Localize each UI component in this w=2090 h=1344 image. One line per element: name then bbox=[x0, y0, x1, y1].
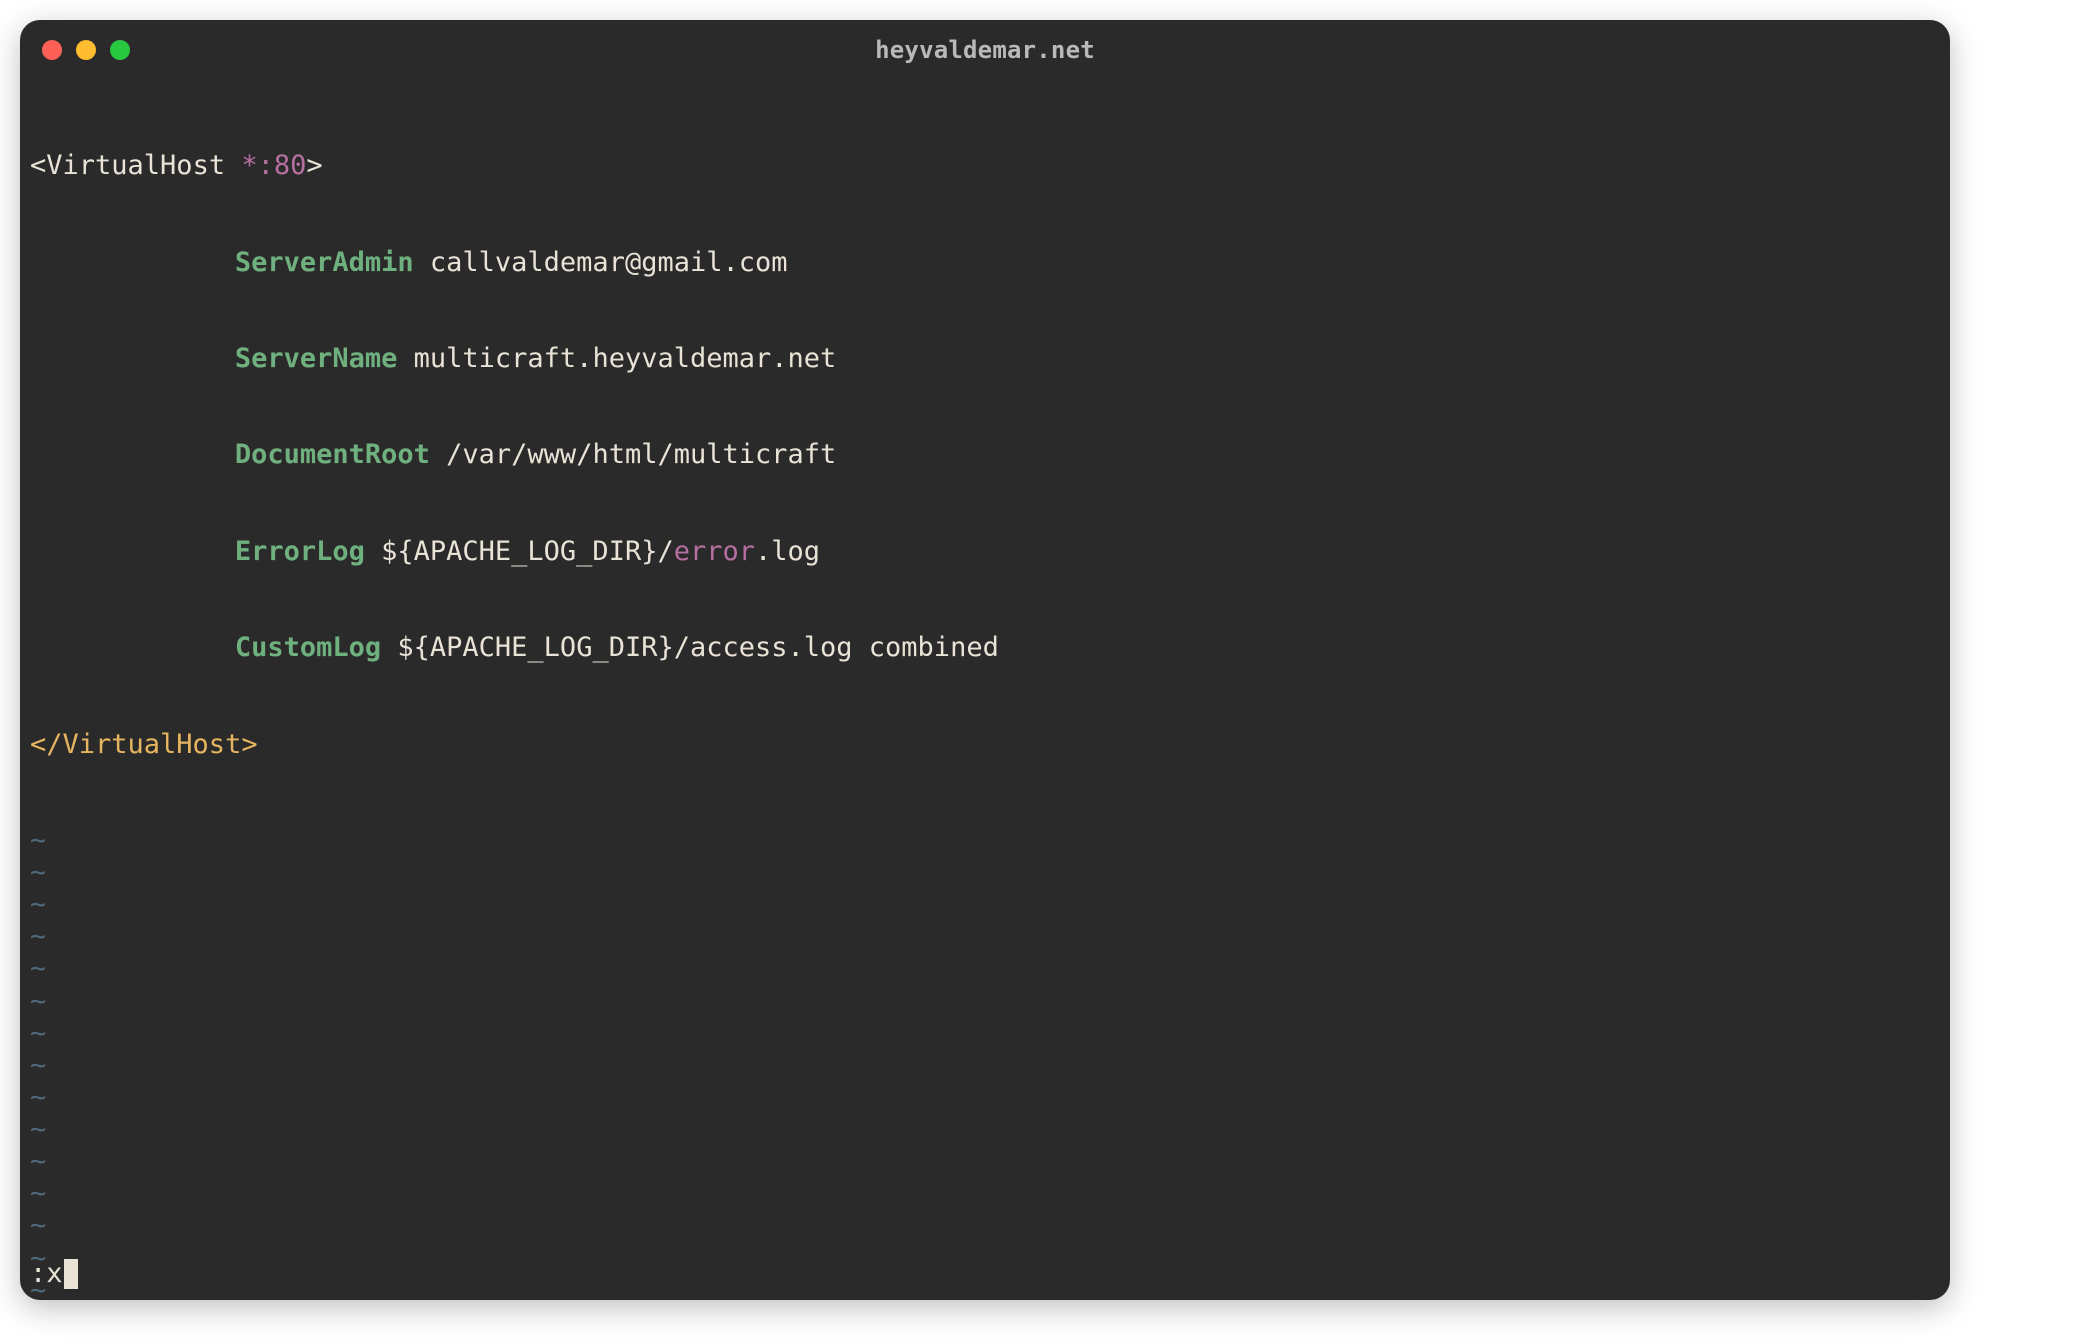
minimize-icon[interactable] bbox=[76, 40, 96, 60]
empty-line-tilde: ~ bbox=[30, 953, 1940, 985]
vhost-open-line: <VirtualHost *:80> bbox=[30, 150, 1940, 182]
empty-line-tilde: ~ bbox=[30, 1275, 1940, 1300]
window-controls bbox=[42, 40, 130, 60]
command-prefix: : bbox=[30, 1258, 46, 1290]
directive-custom-log: CustomLog ${APACHE_LOG_DIR}/access.log c… bbox=[30, 632, 1940, 664]
directive-value: /var/www/html/multicraft bbox=[430, 439, 836, 470]
empty-line-tilde: ~ bbox=[30, 1050, 1940, 1082]
directive-server-name: ServerName multicraft.heyvaldemar.net bbox=[30, 343, 1940, 375]
tag-name: VirtualHost bbox=[46, 150, 225, 181]
directive-label: ErrorLog bbox=[235, 536, 365, 567]
angle-open: < bbox=[30, 150, 46, 181]
directive-value: callvaldemar@gmail.com bbox=[414, 247, 788, 278]
directive-label: CustomLog bbox=[235, 632, 381, 663]
directive-value-var: ${APACHE_LOG_DIR}/ bbox=[365, 536, 674, 567]
empty-line-tilde: ~ bbox=[30, 889, 1940, 921]
angle-close: > bbox=[306, 150, 322, 181]
closing-tag: </VirtualHost> bbox=[30, 729, 258, 760]
empty-line-tilde: ~ bbox=[30, 1018, 1940, 1050]
empty-line-tilde: ~ bbox=[30, 1146, 1940, 1178]
command-line[interactable]: :x bbox=[30, 1258, 78, 1290]
empty-line-tilde: ~ bbox=[30, 1210, 1940, 1242]
empty-lines: ~~~~~~~~~~~~~~~~~~~~~~~~~ bbox=[30, 825, 1940, 1300]
empty-line-tilde: ~ bbox=[30, 986, 1940, 1018]
directive-server-admin: ServerAdmin callvaldemar@gmail.com bbox=[30, 247, 1940, 279]
directive-value-tail: .log bbox=[755, 536, 820, 567]
vhost-close-line: </VirtualHost> bbox=[30, 729, 1940, 761]
maximize-icon[interactable] bbox=[110, 40, 130, 60]
empty-line-tilde: ~ bbox=[30, 1114, 1940, 1146]
directive-error-log: ErrorLog ${APACHE_LOG_DIR}/error.log bbox=[30, 536, 1940, 568]
empty-line-tilde: ~ bbox=[30, 1178, 1940, 1210]
directive-value: ${APACHE_LOG_DIR}/access.log combined bbox=[381, 632, 999, 663]
empty-line-tilde: ~ bbox=[30, 857, 1940, 889]
window-title: heyvaldemar.net bbox=[875, 36, 1095, 64]
cursor-icon bbox=[64, 1259, 78, 1289]
editor-viewport[interactable]: <VirtualHost *:80> ServerAdmin callvalde… bbox=[20, 80, 1950, 1300]
directive-label: ServerName bbox=[235, 343, 398, 374]
empty-line-tilde: ~ bbox=[30, 825, 1940, 857]
directive-value: multicraft.heyvaldemar.net bbox=[397, 343, 836, 374]
close-icon[interactable] bbox=[42, 40, 62, 60]
vhost-arg: *:80 bbox=[225, 150, 306, 181]
command-text: x bbox=[46, 1258, 62, 1290]
titlebar: heyvaldemar.net bbox=[20, 20, 1950, 80]
terminal-window: heyvaldemar.net <VirtualHost *:80> Serve… bbox=[20, 20, 1950, 1300]
directive-label: ServerAdmin bbox=[235, 247, 414, 278]
directive-value-error: error bbox=[674, 536, 755, 567]
directive-document-root: DocumentRoot /var/www/html/multicraft bbox=[30, 439, 1940, 471]
empty-line-tilde: ~ bbox=[30, 1082, 1940, 1114]
directive-label: DocumentRoot bbox=[235, 439, 430, 470]
empty-line-tilde: ~ bbox=[30, 921, 1940, 953]
empty-line-tilde: ~ bbox=[30, 1243, 1940, 1275]
